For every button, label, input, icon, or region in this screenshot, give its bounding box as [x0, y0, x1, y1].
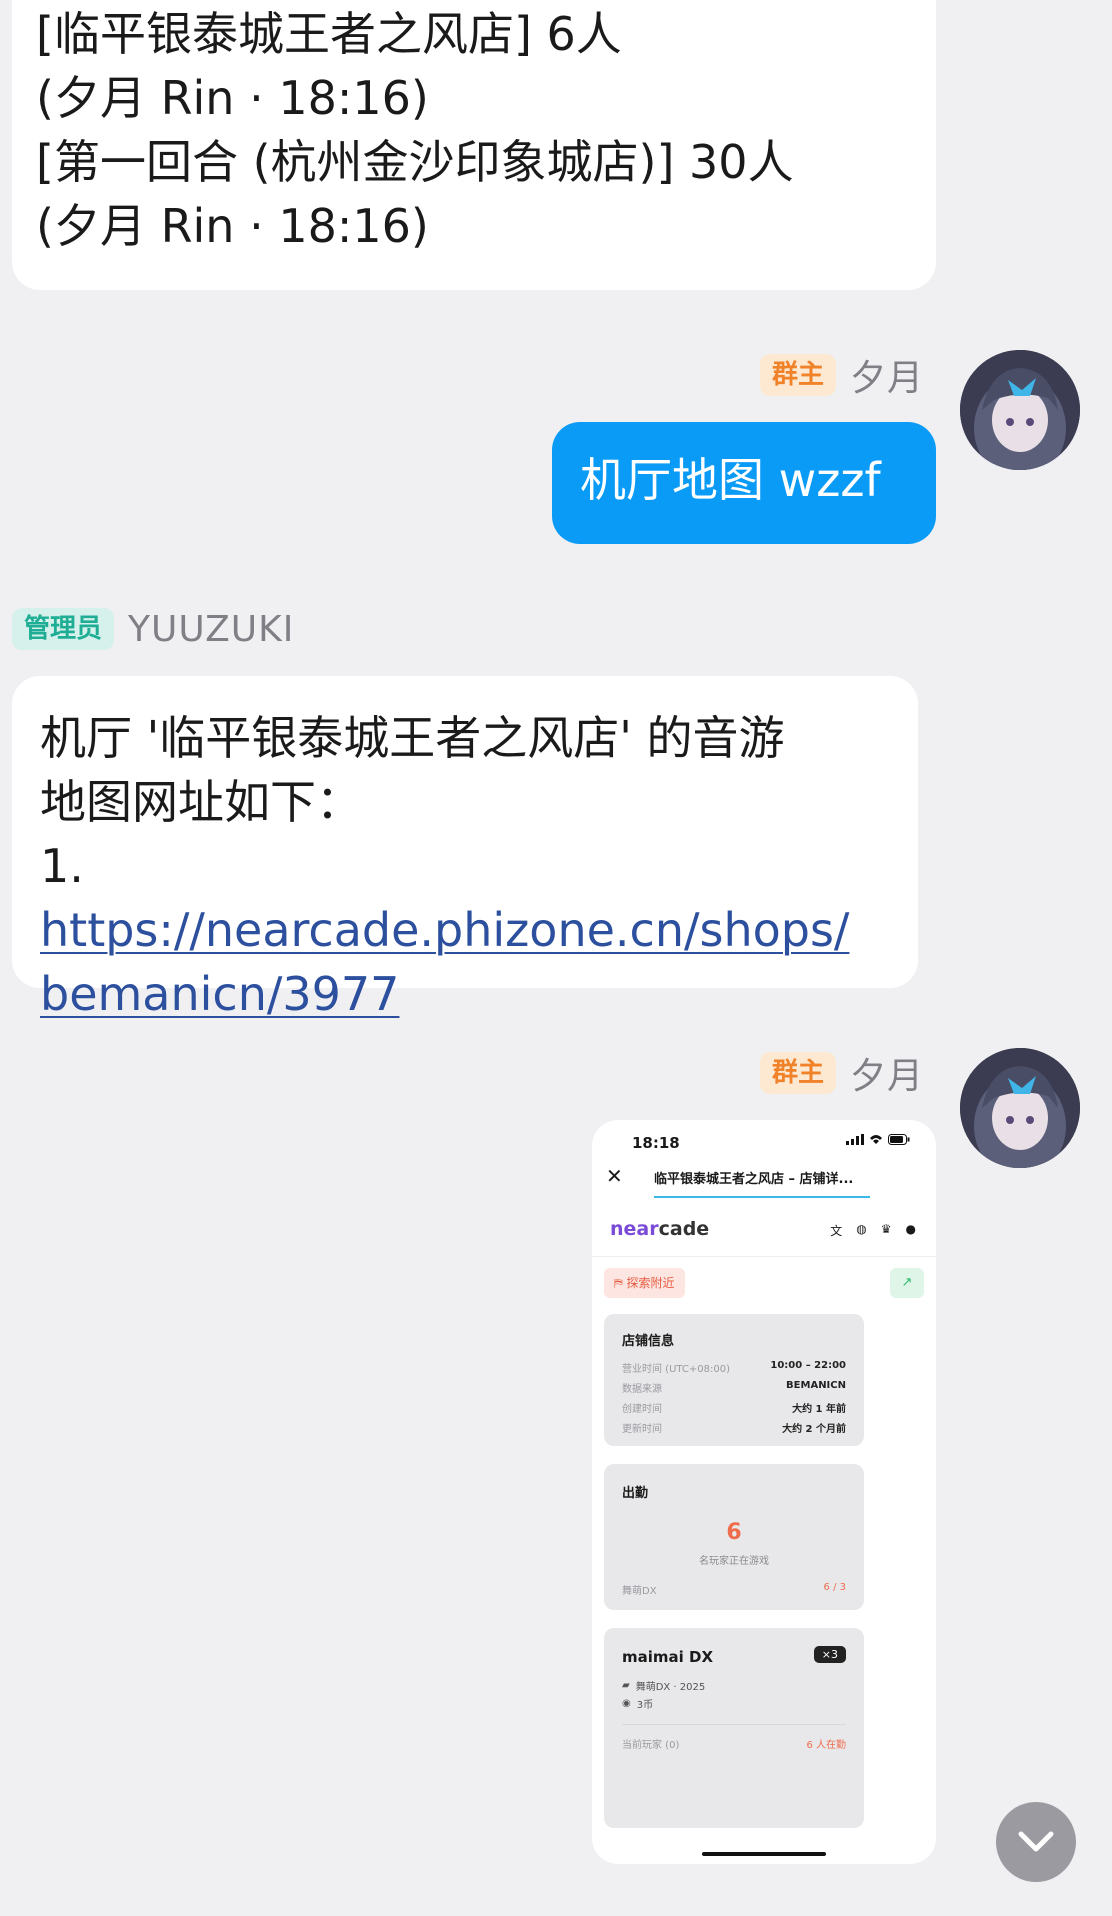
attendance-caption: 名玩家正在游戏: [699, 1556, 769, 1567]
user-icon: ●: [905, 1222, 916, 1236]
machine-qty: ×3: [813, 1646, 846, 1663]
machine-version: ▰ 舞萌DX · 2025: [622, 1680, 706, 1693]
message-link-line: 1. https://nearcade.phizone.cn/shops/: [40, 834, 890, 962]
sender-name[interactable]: YUUZUKI: [128, 609, 294, 650]
app-bar: nearcade 文 ◍ ♛ ●: [592, 1206, 936, 1257]
message-bubble-link[interactable]: 机厅 '临平银泰城王者之风店' 的音游 地图网址如下： 1. https://n…: [12, 676, 918, 1021]
translate-icon: 文: [830, 1224, 843, 1238]
message-line: (夕月 Rin · 18:16): [36, 199, 429, 253]
attendance-count: 6: [726, 1520, 742, 1545]
message-link-line: bemanicn/3977: [40, 962, 890, 1026]
admin-badge: 管理员: [12, 608, 115, 650]
explore-nearby-chip: ⛿ 探索附近: [604, 1268, 685, 1298]
avatar[interactable]: [960, 1048, 1080, 1168]
sender-row: 群主 夕月: [760, 349, 924, 401]
card-title: 出勤: [622, 1486, 649, 1501]
avatar-image: [960, 1048, 1080, 1168]
message-bubble-top[interactable]: [临平银泰城王者之风店] 6人 (夕月 Rin · 18:16) [第一回合 (…: [12, 0, 936, 290]
chevron-down-icon: [1018, 1831, 1054, 1852]
phone-status-bar: 18:18: [592, 1120, 936, 1160]
battery-icon: [888, 1134, 910, 1145]
globe-icon: ◍: [856, 1222, 867, 1236]
attendance-row: 舞萌DX 6 / 3: [622, 1582, 846, 1597]
card-title: 店铺信息: [622, 1334, 675, 1349]
external-link-icon: ↗: [890, 1268, 924, 1298]
sender-row: 群主 夕月: [760, 1047, 924, 1099]
avatar[interactable]: [960, 350, 1080, 470]
gamepad-icon: ▰: [622, 1680, 630, 1691]
sender-name[interactable]: 夕月: [850, 349, 924, 401]
image-message-screenshot[interactable]: 18:18 ✕ 临平银泰城王者之风店 – 店铺详... nearcade 文 ◍…: [592, 1120, 936, 1864]
signal-icon: [846, 1134, 864, 1145]
map-icon: ⛿: [614, 1276, 627, 1290]
machine-card: maimai DX ×3 ▰ 舞萌DX · 2025 ◉ 3币 当前玩家 (0) 6 …: [604, 1628, 864, 1828]
wifi-icon: [870, 1135, 882, 1144]
list-number: 1.: [40, 839, 99, 893]
home-indicator: [702, 1852, 826, 1856]
message-line: (夕月 Rin · 18:16): [36, 71, 429, 125]
machine-title: maimai DX: [622, 1648, 714, 1666]
trophy-icon: ♛: [880, 1222, 892, 1236]
message-line: [第一回合 (杭州金沙印象城店)] 30人: [36, 135, 794, 189]
app-icons: 文 ◍ ♛ ●: [830, 1222, 916, 1239]
info-row: 营业时间 (UTC+08:00) 10:00 – 22:00: [622, 1360, 846, 1375]
machine-cost: ◉ 3币: [622, 1698, 654, 1711]
message-line: [临平银泰城王者之风店] 6人: [36, 7, 622, 61]
status-icons: [846, 1134, 910, 1145]
nearcade-logo: nearcade: [610, 1218, 710, 1240]
machine-players-row: 当前玩家 (0) 6 人在勤: [622, 1740, 846, 1751]
sender-row: 管理员 YUUZUKI: [12, 606, 294, 652]
coin-icon: ◉: [622, 1698, 631, 1709]
nav-title: 临平银泰城王者之风店 – 店铺详...: [654, 1172, 854, 1187]
attendance-card: 出勤 6 名玩家正在游戏 舞萌DX 6 / 3: [604, 1464, 864, 1610]
owner-badge: 群主: [760, 1052, 837, 1094]
message-line: 地图网址如下：: [40, 775, 362, 829]
avatar-image: [960, 350, 1080, 470]
shop-link[interactable]: https://nearcade.phizone.cn/shops/: [40, 903, 849, 957]
browser-nav: ✕ 临平银泰城王者之风店 – 店铺详...: [592, 1164, 936, 1200]
shop-info-card: 店铺信息 营业时间 (UTC+08:00) 10:00 – 22:00 数据来源 B…: [604, 1314, 864, 1446]
load-progress: [654, 1196, 870, 1198]
message-line: 机厅 '临平银泰城王者之风店' 的音游: [40, 711, 785, 765]
info-row: 数据来源 BEMANICN: [622, 1380, 846, 1395]
close-icon: ✕: [606, 1164, 623, 1188]
message-text: 机厅地图 wzzf: [580, 453, 881, 507]
status-time: 18:18: [632, 1134, 680, 1152]
message-bubble-outgoing[interactable]: 机厅地图 wzzf: [552, 422, 936, 544]
shop-link-continued[interactable]: bemanicn/3977: [40, 967, 399, 1021]
info-row: 创建时间 大约 1 年前: [622, 1404, 846, 1415]
owner-badge: 群主: [760, 354, 837, 396]
sender-name[interactable]: 夕月: [850, 1047, 924, 1099]
scroll-to-bottom-button[interactable]: [996, 1802, 1076, 1882]
info-row: 更新时间 大约 2 个月前: [622, 1424, 846, 1435]
